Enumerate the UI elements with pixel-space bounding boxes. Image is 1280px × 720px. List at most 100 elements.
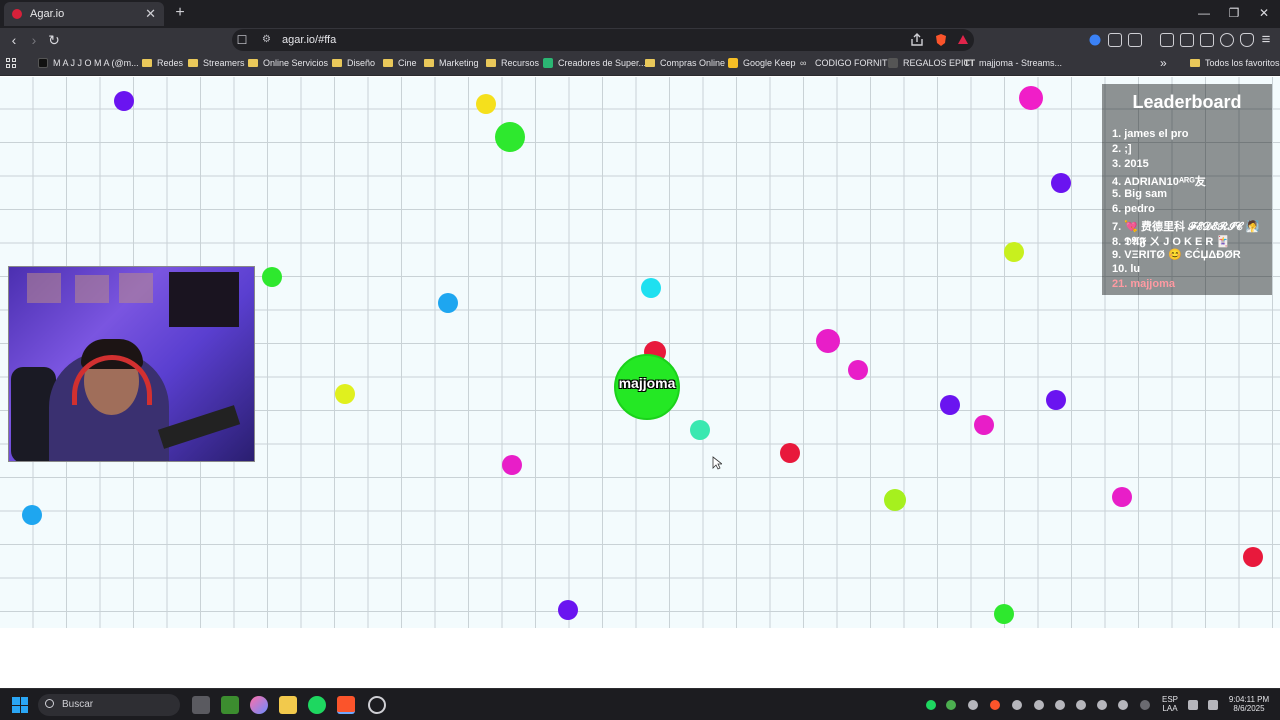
back-icon[interactable]: ‹: [4, 30, 24, 50]
vpn-shield-icon[interactable]: [1240, 33, 1254, 47]
food-pellet: [994, 604, 1014, 624]
epic-games-icon: [888, 58, 898, 68]
bookmark-majjoma-streams[interactable]: TT majjoma - Streams...: [964, 52, 1062, 74]
creadores-icon: [543, 58, 553, 68]
minecraft-icon[interactable]: [221, 696, 239, 714]
tray-app-icon[interactable]: [1012, 700, 1022, 710]
food-pellet: [438, 293, 458, 313]
bookmark-creadores[interactable]: Creadores de Super...: [543, 52, 646, 74]
windows-taskbar: Buscar ESP LAA 9:04:11 PM 8/6/2025: [0, 688, 1280, 720]
address-bar[interactable]: ☐ ⚙ agar.io/#ffa: [232, 29, 974, 51]
nvidia-tray-icon[interactable]: [946, 700, 956, 710]
task-view-icon[interactable]: [192, 696, 210, 714]
bookmark-streamers[interactable]: Streamers: [188, 52, 245, 74]
tray-app-icon[interactable]: [1076, 700, 1086, 710]
folder-icon: [332, 59, 342, 67]
tiktok-icon: [38, 58, 48, 68]
clock[interactable]: 9:04:11 PM 8/6/2025: [1224, 695, 1274, 713]
leaderboard-entry: 7. 💘 费德里科 𝓕𝓔𝓓𝓔𝓡𝓘𝓒 🧖: [1112, 221, 1260, 233]
restore-icon[interactable]: ❐: [1224, 4, 1244, 22]
bookmark-online-servicios[interactable]: Online Servicios: [248, 52, 328, 74]
volume-icon[interactable]: [1208, 700, 1218, 710]
bookmark-icon[interactable]: ☐: [232, 29, 252, 51]
webcam-overlay: [8, 266, 255, 462]
photos-icon[interactable]: [250, 696, 268, 714]
steam-tray-icon[interactable]: [1097, 700, 1107, 710]
google-keep-icon: [728, 58, 738, 68]
food-pellet: [974, 415, 994, 435]
apps-grid-icon[interactable]: [6, 52, 20, 74]
leo-ai-icon[interactable]: [1220, 33, 1234, 47]
food-pellet: [1051, 173, 1071, 193]
microphone: [157, 405, 241, 449]
network-icon[interactable]: [1188, 700, 1198, 710]
food-pellet: [780, 443, 800, 463]
screenshot-icon[interactable]: [1128, 33, 1142, 47]
reload-icon[interactable]: ↻: [44, 30, 64, 50]
food-pellet: [335, 384, 355, 404]
food-pellet: [114, 91, 134, 111]
tray-app-icon[interactable]: [1118, 700, 1128, 710]
leaderboard-entry: 1. james el pro: [1112, 128, 1189, 140]
bookmarks-bar: M A J J O M A (@m... Redes Streamers Onl…: [0, 52, 1280, 76]
leaderboard-entry: 3. 2015: [1112, 158, 1149, 170]
folder-icon: [645, 59, 655, 67]
discord-tray-icon[interactable]: [968, 700, 978, 710]
tray-app-icon[interactable]: [1055, 700, 1065, 710]
microphone-tray-icon[interactable]: [1140, 700, 1150, 710]
bookmark-marketing[interactable]: Marketing: [424, 52, 479, 74]
spotify-tray-icon[interactable]: [926, 700, 936, 710]
extension-icon[interactable]: [1088, 33, 1102, 47]
tab-agario[interactable]: Agar.io ✕: [4, 2, 164, 26]
extensions-icon[interactable]: [1108, 33, 1122, 47]
site-settings-icon[interactable]: ⚙: [262, 29, 271, 51]
forward-icon[interactable]: ›: [24, 30, 44, 50]
tab-close-icon[interactable]: ✕: [145, 6, 156, 22]
wall-poster: [27, 273, 61, 303]
brave-tray-icon[interactable]: [990, 700, 1000, 710]
window-close-icon[interactable]: ✕: [1254, 4, 1274, 22]
file-explorer-icon[interactable]: [279, 696, 297, 714]
bookmark-cine[interactable]: Cine: [383, 52, 417, 74]
url-text[interactable]: agar.io/#ffa: [282, 29, 336, 51]
food-pellet: [1243, 547, 1263, 567]
bookmarks-overflow-icon[interactable]: »: [1160, 52, 1167, 74]
bookmark-codigo-fornite[interactable]: ∞ CODIGO FORNITE: [800, 52, 894, 74]
food-pellet: [262, 267, 282, 287]
food-pellet: [1004, 242, 1024, 262]
wall-poster: [75, 275, 109, 303]
food-pellet: [1019, 86, 1043, 110]
taskbar-search[interactable]: Buscar: [38, 694, 180, 716]
folder-icon: [188, 59, 198, 67]
minimize-icon[interactable]: —: [1194, 4, 1214, 22]
media-icon[interactable]: [1160, 33, 1174, 47]
bookmark-compras-online[interactable]: Compras Online: [645, 52, 725, 74]
food-pellet: [22, 505, 42, 525]
brave-rewards-icon[interactable]: [956, 33, 970, 47]
bookmark-diseno[interactable]: Diseño: [332, 52, 375, 74]
bookmark-google-keep[interactable]: Google Keep: [728, 52, 796, 74]
spotify-icon[interactable]: [308, 696, 326, 714]
food-pellet: [502, 455, 522, 475]
folder-icon: [142, 59, 152, 67]
language-indicator[interactable]: ESP LAA: [1158, 695, 1182, 713]
menu-icon[interactable]: ≡: [1256, 30, 1276, 50]
brave-shields-icon[interactable]: [934, 33, 948, 47]
bookmark-redes[interactable]: Redes: [142, 52, 183, 74]
sidebar-icon[interactable]: [1180, 33, 1194, 47]
leaderboard-entry: 10. lu: [1112, 263, 1141, 275]
leaderboard-entry: 5. Big sam: [1112, 188, 1168, 200]
tray-app-icon[interactable]: [1034, 700, 1044, 710]
folder-icon: [486, 59, 496, 67]
share-icon[interactable]: [910, 33, 924, 47]
bookmark-all-favorites[interactable]: Todos los favoritos: [1190, 52, 1280, 74]
game-canvas[interactable]: majjoma Leaderboard 1. james el pro 2. ;…: [0, 77, 1280, 628]
new-tab-button[interactable]: +: [170, 3, 190, 23]
brave-browser-icon[interactable]: [337, 696, 355, 714]
obs-icon[interactable]: [368, 696, 386, 714]
wallet-icon[interactable]: [1200, 33, 1214, 47]
bookmark-tiktok[interactable]: M A J J O M A (@m...: [38, 52, 139, 74]
bookmark-recursos[interactable]: Recursos: [486, 52, 539, 74]
bookmark-regalos-epic[interactable]: REGALOS EPIC: [888, 52, 970, 74]
windows-start-icon[interactable]: [12, 697, 28, 713]
